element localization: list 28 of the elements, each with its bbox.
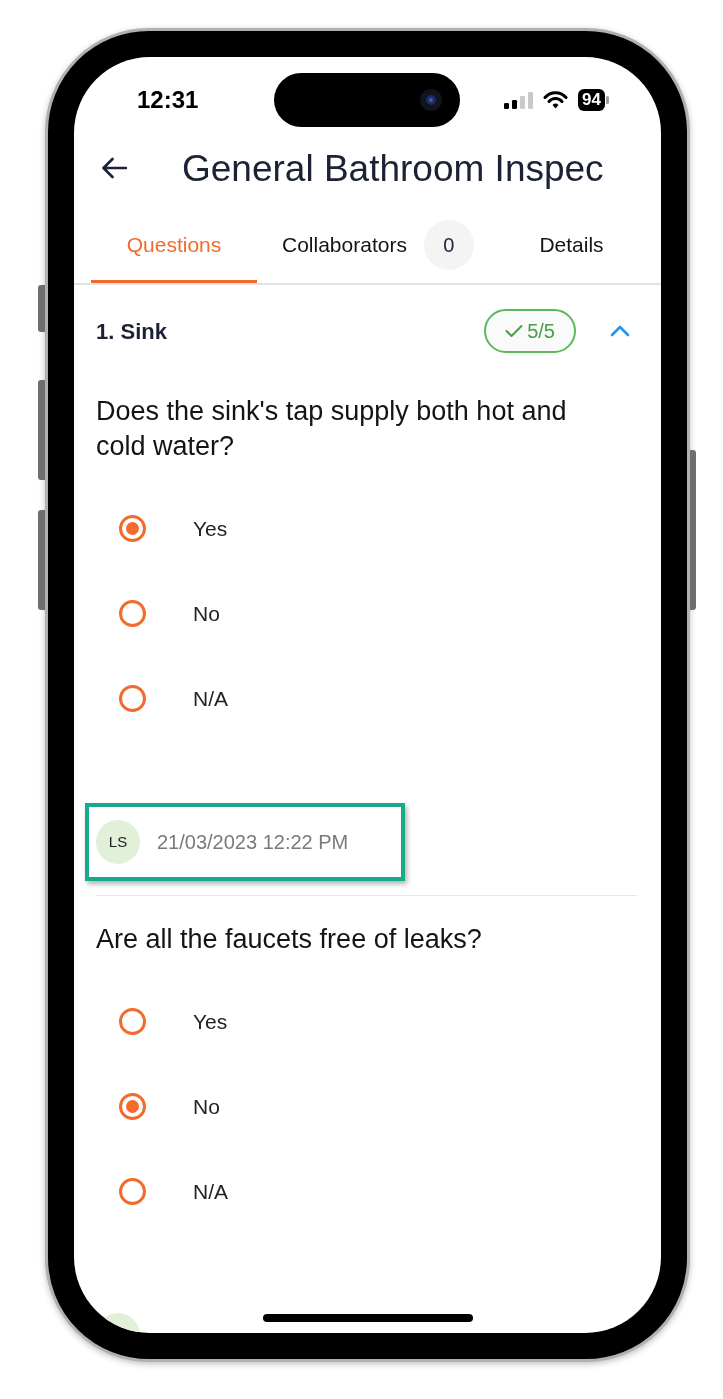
question-text: Are all the faucets free of leaks? [96, 923, 483, 956]
progress-badge: 5/5 [484, 309, 576, 353]
back-button[interactable] [101, 157, 127, 179]
answer-option[interactable]: N/A [119, 1175, 228, 1208]
answer-option[interactable]: No [119, 1090, 220, 1123]
back-arrow-icon [101, 157, 127, 179]
page-title: General Bathroom Inspec [182, 149, 604, 187]
answer-option[interactable]: Yes [119, 512, 228, 545]
question-text: Does the sink's tap supply both hot and cold water? [96, 395, 568, 463]
collapse-button[interactable] [610, 325, 630, 337]
section-title: 1. Sink [96, 317, 168, 346]
user-avatar: LS [96, 820, 140, 864]
answer-option[interactable]: N/A [119, 682, 228, 715]
battery-level: 94 [578, 89, 605, 111]
tab[interactable]: Collaborators 0 [257, 209, 499, 283]
answer-option[interactable]: No [119, 597, 220, 630]
camera-lens-icon [420, 89, 442, 111]
answer-option[interactable]: Yes [119, 1005, 228, 1038]
side-button-drawing [38, 285, 45, 332]
answer-timestamp: 21/03/2023 12:22 PM [157, 830, 349, 855]
chevron-up-icon [610, 325, 630, 337]
cellular-signal-icon [504, 91, 533, 109]
tab[interactable]: Details [499, 209, 644, 283]
count-badge: 0 [423, 219, 474, 270]
battery-cap-icon [605, 96, 609, 104]
status-time: 12:31 [137, 88, 199, 112]
check-icon [505, 324, 524, 338]
wifi-icon [543, 91, 568, 109]
